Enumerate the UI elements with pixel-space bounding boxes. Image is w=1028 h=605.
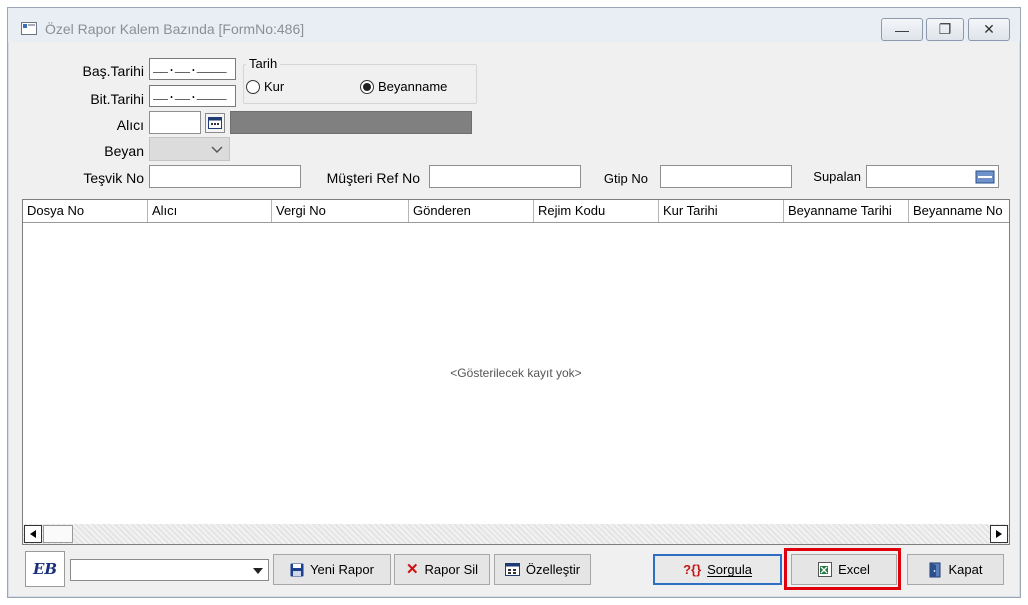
chevron-down-icon bbox=[211, 146, 223, 153]
tesvik-label: Teşvik No bbox=[83, 170, 144, 186]
exit-door-icon bbox=[929, 562, 940, 577]
alici-label: Alıcı bbox=[116, 117, 144, 133]
minimize-icon: — bbox=[895, 21, 909, 38]
supalan-label: Supalan bbox=[813, 169, 861, 184]
eb-logo-text: EB bbox=[32, 560, 58, 578]
col-rejim-kodu[interactable]: Rejim Kodu bbox=[534, 200, 659, 222]
radio-beyanname-circle bbox=[360, 79, 374, 94]
close-button[interactable]: ✕ bbox=[968, 18, 1010, 41]
bas-tarihi-input[interactable]: __.__.____ bbox=[149, 58, 236, 80]
bit-tarihi-input[interactable]: __.__.____ bbox=[149, 85, 236, 107]
yeni-rapor-label: Yeni Rapor bbox=[310, 562, 374, 577]
col-beyanname-no[interactable]: Beyanname No bbox=[909, 200, 1009, 222]
radio-beyanname-label: Beyanname bbox=[378, 79, 448, 94]
col-alici[interactable]: Alıcı bbox=[148, 200, 272, 222]
col-vergi-no[interactable]: Vergi No bbox=[272, 200, 409, 222]
col-kur-tarihi[interactable]: Kur Tarihi bbox=[659, 200, 784, 222]
dropdown-arrow-icon bbox=[253, 568, 263, 574]
scroll-right-button[interactable] bbox=[990, 525, 1008, 543]
minimize-button[interactable]: — bbox=[881, 18, 923, 41]
col-beyanname-tarihi[interactable]: Beyanname Tarihi bbox=[784, 200, 909, 222]
tarih-group-title: Tarih bbox=[246, 56, 281, 71]
rapor-sil-button[interactable]: ✕ Rapor Sil bbox=[394, 554, 490, 585]
radio-kur[interactable]: Kur bbox=[246, 79, 284, 94]
yeni-rapor-button[interactable]: Yeni Rapor bbox=[273, 554, 391, 585]
maximize-button[interactable]: ❐ bbox=[926, 18, 964, 41]
close-icon: ✕ bbox=[983, 21, 995, 37]
arrow-left-icon bbox=[30, 530, 36, 538]
gtip-input[interactable] bbox=[660, 165, 792, 188]
grid-header: Dosya No Alıcı Vergi No Gönderen Rejim K… bbox=[23, 200, 1009, 223]
rapor-sil-label: Rapor Sil bbox=[424, 562, 479, 577]
save-icon bbox=[290, 563, 304, 576]
excel-highlight-box bbox=[784, 548, 901, 590]
bas-tarihi-label: Baş.Tarihi bbox=[82, 63, 144, 79]
radio-selected-dot bbox=[363, 82, 371, 91]
title-bar[interactable]: Özel Rapor Kalem Bazında [FormNo:486] — … bbox=[8, 8, 1020, 42]
radio-beyanname[interactable]: Beyanname bbox=[360, 79, 447, 94]
supalan-input[interactable] bbox=[866, 165, 999, 188]
col-gonderen[interactable]: Gönderen bbox=[409, 200, 534, 222]
lookup-icon[interactable] bbox=[975, 170, 995, 184]
beyan-dropdown[interactable] bbox=[149, 137, 230, 161]
ozellestir-label: Özelleştir bbox=[525, 562, 581, 577]
sorgula-label: Sorgula bbox=[707, 562, 752, 577]
kapat-button[interactable]: Kapat bbox=[907, 554, 1004, 585]
calendar-icon bbox=[208, 117, 222, 129]
grid-empty-message: <Gösterilecek kayıt yok> bbox=[450, 366, 582, 380]
gtip-label: Gtip No bbox=[603, 171, 648, 186]
app-icon bbox=[21, 22, 37, 35]
grid-settings-icon bbox=[504, 563, 520, 576]
window-title: Özel Rapor Kalem Bazında [FormNo:486] bbox=[45, 21, 305, 37]
report-window: Özel Rapor Kalem Bazında [FormNo:486] — … bbox=[7, 7, 1021, 598]
musteri-ref-label: Müşteri Ref No bbox=[326, 170, 420, 186]
maximize-icon: ❐ bbox=[938, 21, 952, 37]
delete-x-icon: ✕ bbox=[405, 561, 419, 578]
musteri-ref-input[interactable] bbox=[429, 165, 581, 188]
sorgula-button[interactable]: ?{} Sorgula bbox=[653, 554, 782, 585]
beyan-label: Beyan bbox=[104, 143, 144, 159]
tesvik-input[interactable] bbox=[149, 165, 301, 188]
kapat-label: Kapat bbox=[948, 562, 983, 577]
alici-lookup-button[interactable] bbox=[205, 113, 225, 133]
alici-code-input[interactable] bbox=[149, 111, 201, 134]
alici-name-display bbox=[230, 111, 472, 134]
scroll-left-button[interactable] bbox=[24, 525, 42, 543]
results-grid[interactable]: Dosya No Alıcı Vergi No Gönderen Rejim K… bbox=[22, 199, 1010, 545]
radio-kur-circle bbox=[246, 79, 260, 94]
horizontal-scrollbar[interactable] bbox=[23, 524, 1009, 544]
scroll-thumb[interactable] bbox=[43, 525, 73, 543]
eb-logo-button[interactable]: EB bbox=[25, 551, 65, 587]
radio-kur-label: Kur bbox=[264, 79, 285, 94]
bit-tarihi-label: Bit.Tarihi bbox=[90, 91, 144, 107]
query-icon: ?{} bbox=[683, 562, 702, 577]
ozellestir-button[interactable]: Özelleştir bbox=[494, 554, 591, 585]
report-select[interactable] bbox=[70, 559, 269, 581]
col-dosya-no[interactable]: Dosya No bbox=[23, 200, 148, 222]
arrow-right-icon bbox=[996, 530, 1002, 538]
